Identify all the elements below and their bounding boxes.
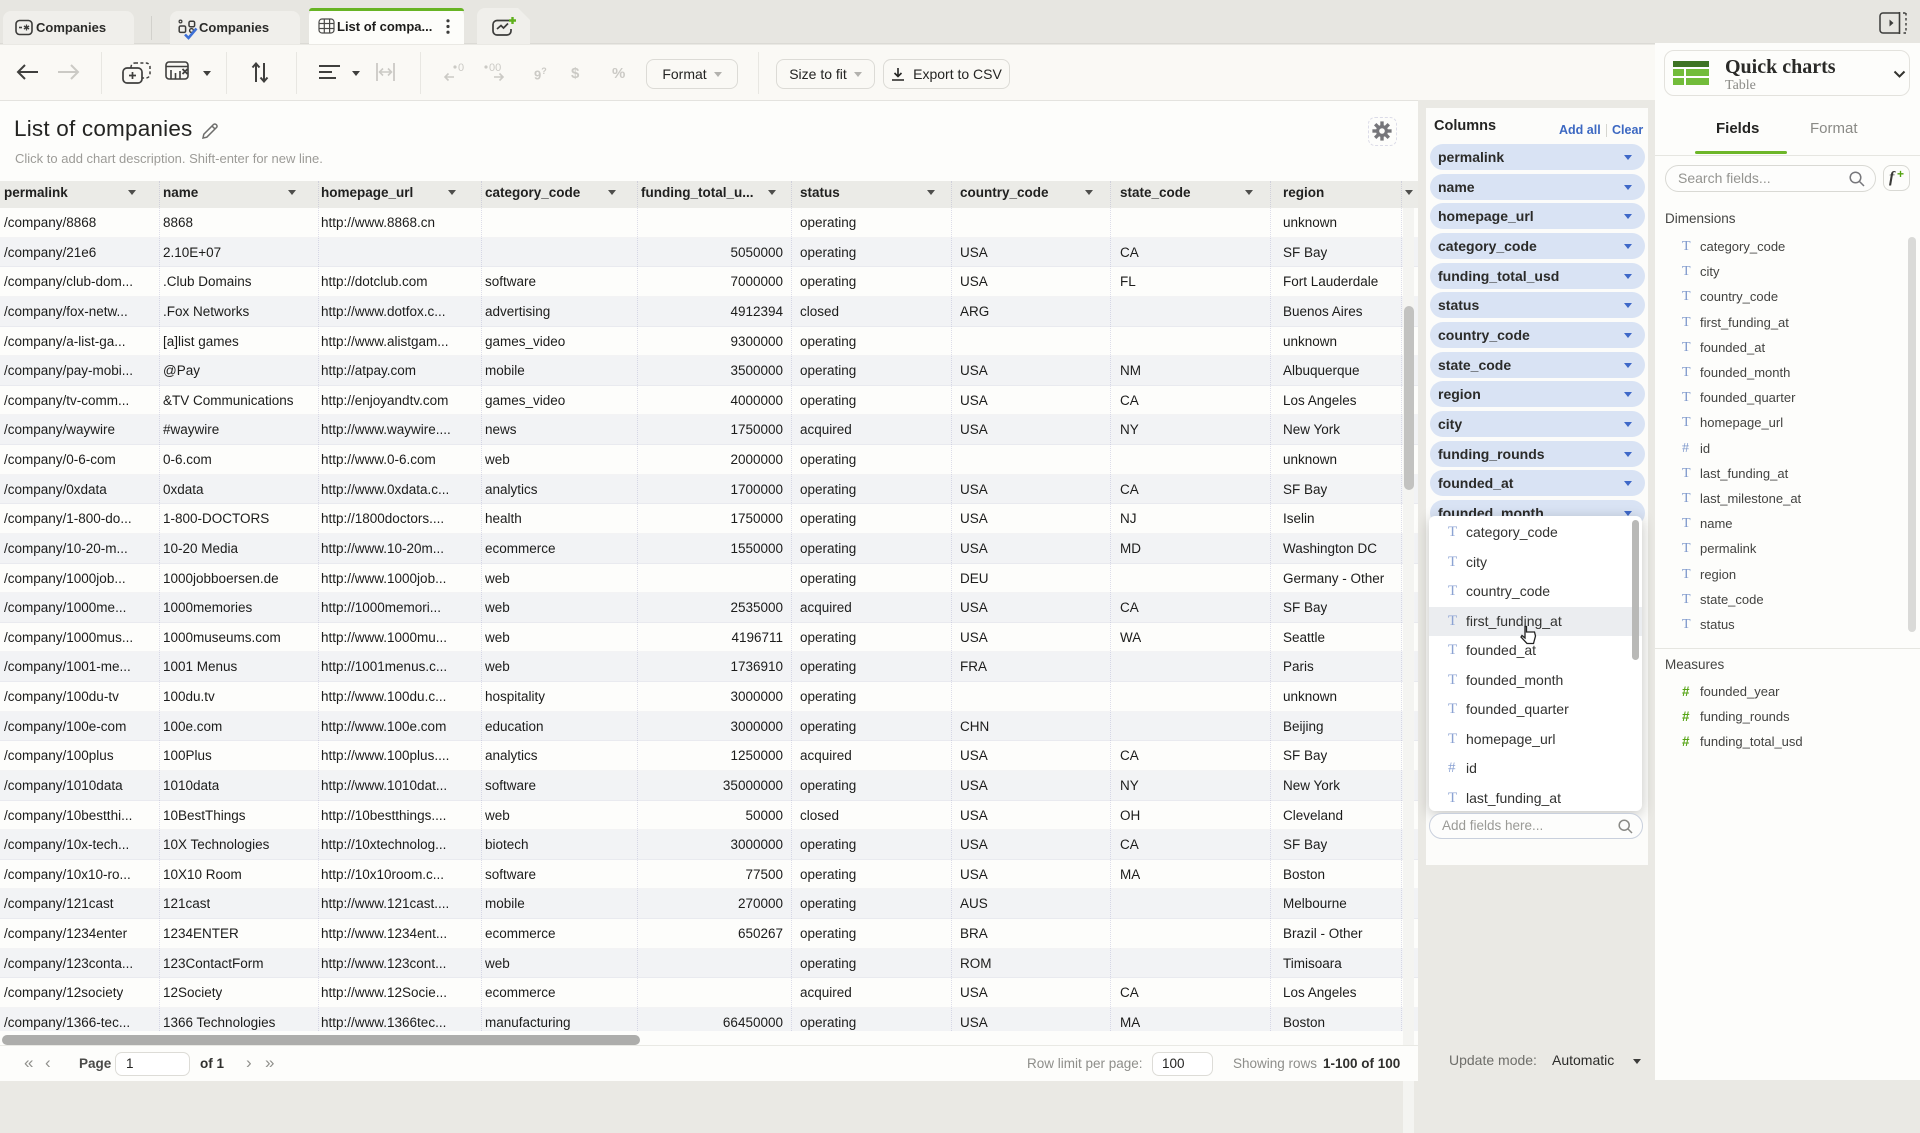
svg-text:0: 0: [458, 62, 464, 74]
svg-text:00: 00: [489, 62, 501, 74]
